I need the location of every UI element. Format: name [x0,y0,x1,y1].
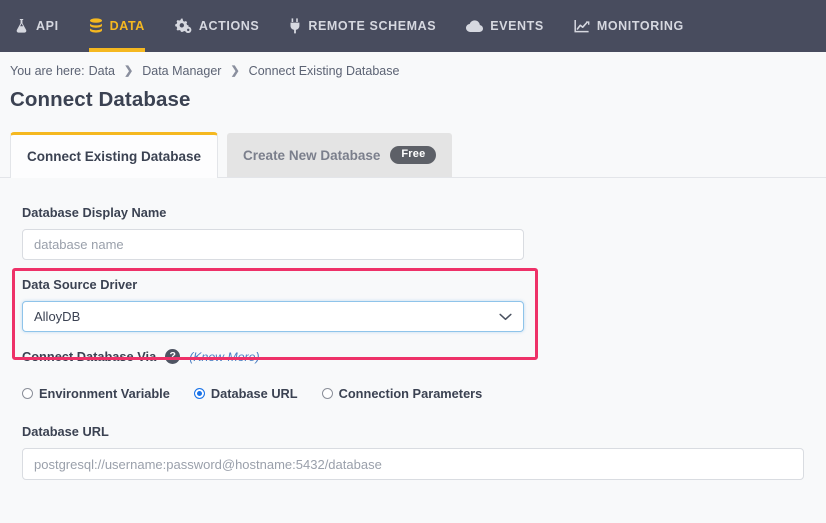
radio-indicator-icon [22,388,33,399]
database-display-name-placeholder: database name [34,237,124,252]
radio-label: Database URL [210,386,298,401]
nav-item-label: ACTIONS [198,19,260,33]
breadcrumb-prefix: You are here: [10,63,85,78]
gears-icon [175,18,192,34]
nav-item-actions[interactable]: ACTIONS [175,0,275,52]
help-question-icon[interactable]: ? [165,349,181,364]
database-display-name-input[interactable]: database name [22,229,524,260]
cloud-icon [466,19,484,33]
line-chart-icon [574,19,590,34]
nav-item-label: API [36,19,59,33]
tab-label: Connect Existing Database [27,149,202,164]
tab-bar: Connect Existing Database Create New Dat… [0,130,826,178]
page-title: Connect Database [10,88,191,111]
breadcrumb: You are here: Data ❯ Data Manager ❯ Conn… [0,52,826,78]
database-url-placeholder: postgresql://username:password@hostname:… [34,456,382,472]
free-badge: Free [390,146,437,164]
breadcrumb-item-connect-existing-database: Connect Existing Database [248,63,400,78]
nav-item-api[interactable]: API [14,0,75,52]
nav-item-label: REMOTE SCHEMAS [308,19,437,33]
radio-label: Connection Parameters [338,386,483,401]
database-url-label: Database URL [22,424,109,439]
database-display-name-label: Database Display Name [22,205,167,220]
connect-via-radio-group: Environment Variable Database URL Connec… [22,386,826,401]
chevron-down-icon [499,313,512,321]
nav-item-label: MONITORING [596,19,684,33]
nav-item-label: EVENTS [490,19,544,33]
database-icon [89,18,103,34]
field-data-source-driver: Data Source Driver AlloyDB [0,260,826,332]
connect-database-form: Database Display Name database name Data… [0,178,826,480]
nav-item-monitoring[interactable]: MONITORING [574,0,700,52]
data-source-driver-value: AlloyDB [34,309,81,324]
tab-create-new-database[interactable]: Create New Database Free [227,133,453,177]
connect-database-via-label: Connect Database Via [22,349,157,364]
data-source-driver-label: Data Source Driver [22,277,138,292]
tab-label: Create New Database [243,147,381,163]
radio-indicator-icon [193,388,205,399]
top-navigation-bar: API DATA ACTIONS REMOTE SCHEMAS EVENTS M… [0,0,826,52]
field-connect-database-via: Connect Database Via ? (Know More) Envir… [0,332,826,401]
know-more-link[interactable]: (Know More) [189,350,259,364]
nav-item-data[interactable]: DATA [88,0,161,52]
field-database-url: Database URL postgresql://username:passw… [0,401,826,480]
tab-connect-existing-database[interactable]: Connect Existing Database [10,132,219,178]
breadcrumb-item-data-manager[interactable]: Data Manager [142,64,221,78]
nav-item-remote-schemas[interactable]: REMOTE SCHEMAS [289,0,452,52]
radio-database-url[interactable]: Database URL [193,386,298,401]
field-database-display-name: Database Display Name database name [0,178,826,260]
radio-connection-parameters[interactable]: Connection Parameters [321,386,483,401]
nav-item-label: DATA [109,19,145,33]
data-source-driver-select[interactable]: AlloyDB [22,301,524,332]
connect-via-header: Connect Database Via ? (Know More) [22,349,826,364]
flask-icon [14,18,29,34]
radio-indicator-icon [321,388,333,399]
breadcrumb-separator-icon: ❯ [230,65,240,77]
nav-active-indicator [88,48,145,52]
breadcrumb-separator-icon: ❯ [124,65,134,77]
database-url-input[interactable]: postgresql://username:password@hostname:… [22,448,804,480]
radio-environment-variable[interactable]: Environment Variable [22,386,170,401]
plug-icon [289,18,301,34]
breadcrumb-item-data[interactable]: Data [89,64,115,78]
nav-item-events[interactable]: EVENTS [466,0,560,52]
radio-label: Environment Variable [39,386,170,401]
